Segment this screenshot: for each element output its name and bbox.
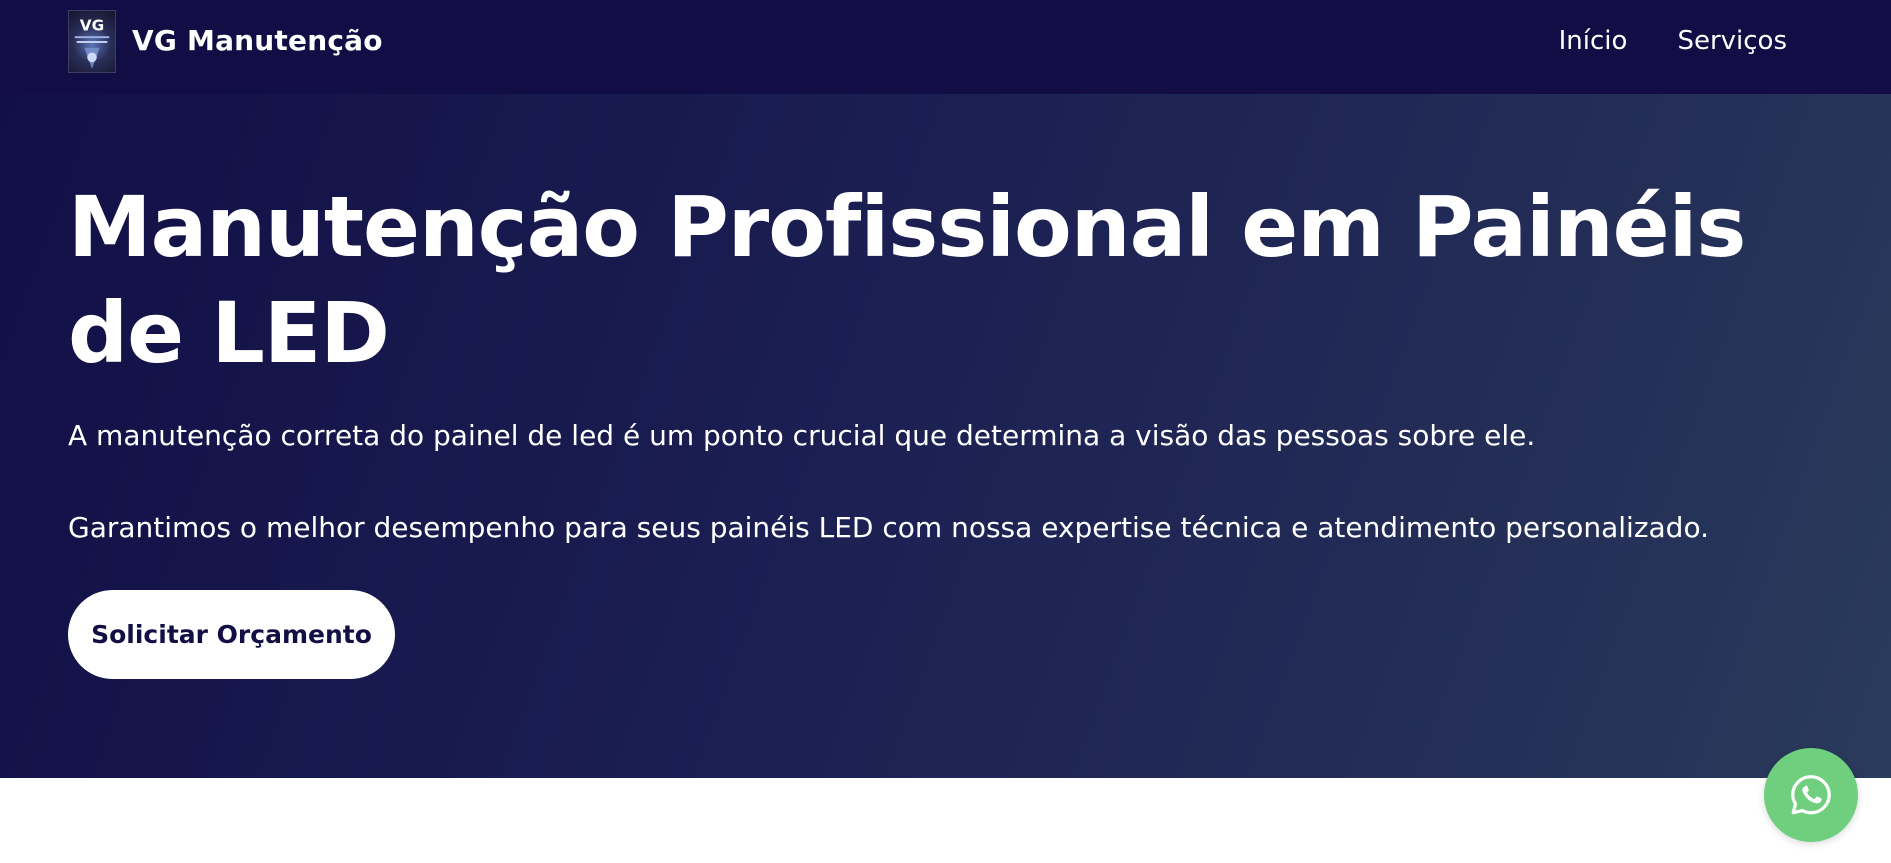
brand-name[interactable]: VG Manutenção bbox=[132, 24, 383, 57]
hero-paragraph-1: A manutenção correta do painel de led é … bbox=[68, 419, 1536, 452]
whatsapp-icon bbox=[1791, 775, 1831, 815]
nav-links: Início Serviços bbox=[1559, 26, 1787, 56]
navbar: VG VG Manutenção Início Serviços bbox=[0, 0, 1891, 94]
hero-title: Manutenção Profissional em Painéis de LE… bbox=[68, 178, 1746, 382]
nav-link-servicos[interactable]: Serviços bbox=[1677, 26, 1787, 56]
nav-link-inicio[interactable]: Início bbox=[1559, 26, 1628, 56]
hero-section: Manutenção Profissional em Painéis de LE… bbox=[0, 94, 1891, 778]
request-quote-button[interactable]: Solicitar Orçamento bbox=[68, 590, 395, 679]
vg-logo-icon[interactable]: VG bbox=[68, 10, 116, 73]
hero-paragraph-2: Garantimos o melhor desempenho para seus… bbox=[68, 511, 1709, 544]
whatsapp-button[interactable] bbox=[1764, 748, 1858, 842]
svg-text:VG: VG bbox=[80, 16, 104, 34]
